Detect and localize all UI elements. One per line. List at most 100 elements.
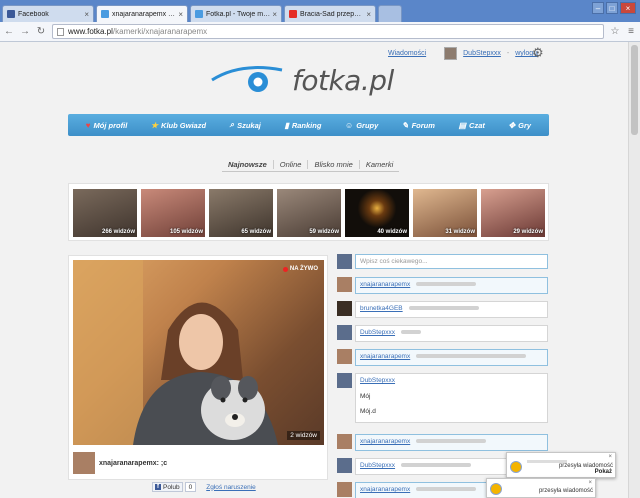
commenter-avatar[interactable]	[337, 434, 352, 449]
cam-thumbnails-strip: 266 widzów 105 widzów 65 widzów 59 widzó…	[68, 183, 549, 241]
new-tab-button[interactable]	[378, 5, 402, 22]
browser-tab-fotka[interactable]: Fotka.pl - Twoje miejsce w sieci ×	[190, 5, 282, 22]
commenter-name[interactable]: DubStepxxx	[360, 462, 395, 469]
browser-tab-bar: Facebook × xnajaranarapemx robi transmis…	[0, 0, 640, 22]
tab-cams[interactable]: Kamerki	[360, 160, 400, 169]
close-tab-icon[interactable]: ×	[366, 10, 371, 19]
message-notification[interactable]: × przesyła wiadomość Pokaż	[506, 452, 616, 478]
scrollbar-thumb[interactable]	[631, 45, 638, 135]
url-path: /kamerki/xnajaranarapemx	[112, 27, 208, 36]
comment-line: Mój.d	[360, 408, 376, 415]
fotka-favicon-icon	[101, 10, 109, 18]
chat-icon: ▤	[458, 120, 467, 130]
browser-tab-youtube[interactable]: Bracia-Sad przepadają + tekst ×	[284, 5, 376, 22]
live-badge: NA ŻYWO	[282, 266, 318, 272]
menu-icon[interactable]: ≡	[626, 26, 636, 37]
cam-thumbnail[interactable]: 59 widzów	[277, 189, 341, 237]
nav-my-profile[interactable]: ♥ Mój profil	[86, 121, 128, 130]
facebook-like-button[interactable]: f Polub	[152, 482, 183, 492]
show-message-button[interactable]: Pokaż	[595, 469, 612, 475]
commenter-name[interactable]: brunetka4GEB	[360, 305, 403, 312]
nav-label: Czat	[469, 120, 485, 130]
viewer-count: 266 widzów	[101, 229, 135, 235]
facebook-icon: f	[155, 484, 161, 490]
browser-tab-facebook[interactable]: Facebook ×	[2, 5, 94, 22]
commenter-name[interactable]: xnajaranarapemx	[360, 281, 410, 288]
cam-thumbnail[interactable]: 65 widzów	[209, 189, 273, 237]
close-tab-icon[interactable]: ×	[178, 10, 183, 19]
live-label: NA ŻYWO	[289, 266, 318, 272]
broadcaster-name[interactable]: xnajaranarapemx: ;c	[99, 460, 167, 467]
commenter-name[interactable]: DubStepxxx	[360, 329, 395, 336]
nav-groups[interactable]: ☺ Grupy	[345, 121, 378, 130]
close-notification-icon[interactable]: ×	[588, 480, 592, 486]
facebook-favicon-icon	[7, 10, 15, 18]
settings-gear-icon[interactable]: ⚙	[532, 45, 544, 61]
live-dot-icon	[282, 266, 288, 272]
minimize-icon[interactable]: –	[592, 2, 604, 14]
close-tab-icon[interactable]: ×	[84, 10, 89, 19]
tab-nearby[interactable]: Blisko mnie	[308, 160, 360, 169]
maximize-icon[interactable]: □	[606, 2, 618, 14]
live-cam-panel: NA ŻYWO 2 widzów xnajaranarapemx: ;c	[68, 255, 328, 480]
commenter-name[interactable]: xnajaranarapemx	[360, 486, 410, 493]
comment-input[interactable]: Wpisz coś ciekawego...	[355, 254, 548, 269]
reload-icon[interactable]: ↻	[36, 26, 46, 37]
cam-thumbnail[interactable]: 40 widzów	[345, 189, 409, 237]
commenter-avatar[interactable]	[337, 277, 352, 292]
main-navigation: ♥ Mój profil ★ Klub Gwiazd ⌕ Szukaj ▮ Rankin…	[68, 114, 549, 136]
address-bar[interactable]: www.fotka.pl/kamerki/xnajaranarapemx	[52, 24, 604, 39]
browser-tab-cam[interactable]: xnajaranarapemx robi transmisj ×	[96, 5, 188, 22]
commenter-avatar[interactable]	[337, 349, 352, 364]
cam-thumbnail[interactable]: 29 widzów	[481, 189, 545, 237]
commenter-avatar[interactable]	[337, 458, 352, 473]
cam-thumbnail[interactable]: 31 widzów	[413, 189, 477, 237]
commenter-avatar[interactable]	[337, 301, 352, 316]
cam-thumbnail[interactable]: 105 widzów	[141, 189, 205, 237]
tab-newest[interactable]: Najnowsze	[222, 160, 274, 169]
bookmark-star-icon[interactable]: ☆	[610, 26, 620, 37]
close-tab-icon[interactable]: ×	[272, 10, 277, 19]
viewer-count: 65 widzów	[241, 229, 271, 235]
page-icon	[57, 27, 64, 36]
nav-search[interactable]: ⌕ Szukaj	[230, 120, 261, 130]
viewer-count: 31 widzów	[445, 229, 475, 235]
close-notification-icon[interactable]: ×	[608, 454, 612, 460]
cam-thumbnail[interactable]: 266 widzów	[73, 189, 137, 237]
nav-ranking[interactable]: ▮ Ranking	[284, 121, 321, 130]
nav-games[interactable]: ✥ Gry	[508, 121, 531, 130]
nav-label: Ranking	[291, 120, 322, 130]
forward-icon[interactable]: →	[20, 26, 30, 37]
viewer-count: 105 widzów	[169, 229, 203, 235]
live-video[interactable]: NA ŻYWO 2 widzów	[73, 260, 324, 445]
commenter-avatar[interactable]	[337, 482, 352, 497]
back-icon[interactable]: ←	[4, 26, 14, 37]
comment-item: xnajaranarapemx	[337, 277, 549, 294]
tab-online[interactable]: Online	[274, 160, 309, 169]
message-notification[interactable]: × przesyła wiadomość	[486, 478, 596, 498]
close-window-icon[interactable]: ×	[620, 2, 636, 14]
comment-item: brunetka4GEB	[337, 301, 549, 318]
nav-star-club[interactable]: ★ Klub Gwiazd	[151, 121, 206, 130]
commenter-name[interactable]: xnajaranarapemx	[360, 353, 410, 360]
cam-viewer-count: 2 widzów	[287, 431, 320, 440]
nav-forum[interactable]: ✎ Forum	[402, 121, 435, 130]
commenter-name[interactable]: DubStepxxx	[360, 377, 395, 384]
fotka-logo[interactable]: fotka.pl	[210, 60, 410, 100]
notification-icon	[510, 461, 522, 473]
bookmark-icon: ▮	[284, 120, 289, 130]
user-avatar[interactable]	[444, 47, 458, 60]
nav-chat[interactable]: ▤ Czat	[458, 121, 484, 130]
commenter-avatar[interactable]	[337, 373, 352, 388]
report-abuse-link[interactable]: Zgłoś naruszenie	[206, 484, 256, 491]
fotka-favicon-icon	[195, 10, 203, 18]
page-scrollbar[interactable]	[628, 42, 640, 498]
broadcaster-avatar[interactable]	[73, 452, 95, 474]
nav-label: Gry	[518, 120, 532, 130]
messages-link[interactable]: Wiadomości	[388, 50, 426, 57]
username-link[interactable]: DubStepxxx	[463, 50, 501, 57]
commenter-avatar[interactable]	[337, 325, 352, 340]
commenter-name[interactable]: xnajaranarapemx	[360, 438, 410, 445]
star-icon: ★	[150, 120, 159, 130]
logo-text: fotka.pl	[292, 64, 394, 97]
